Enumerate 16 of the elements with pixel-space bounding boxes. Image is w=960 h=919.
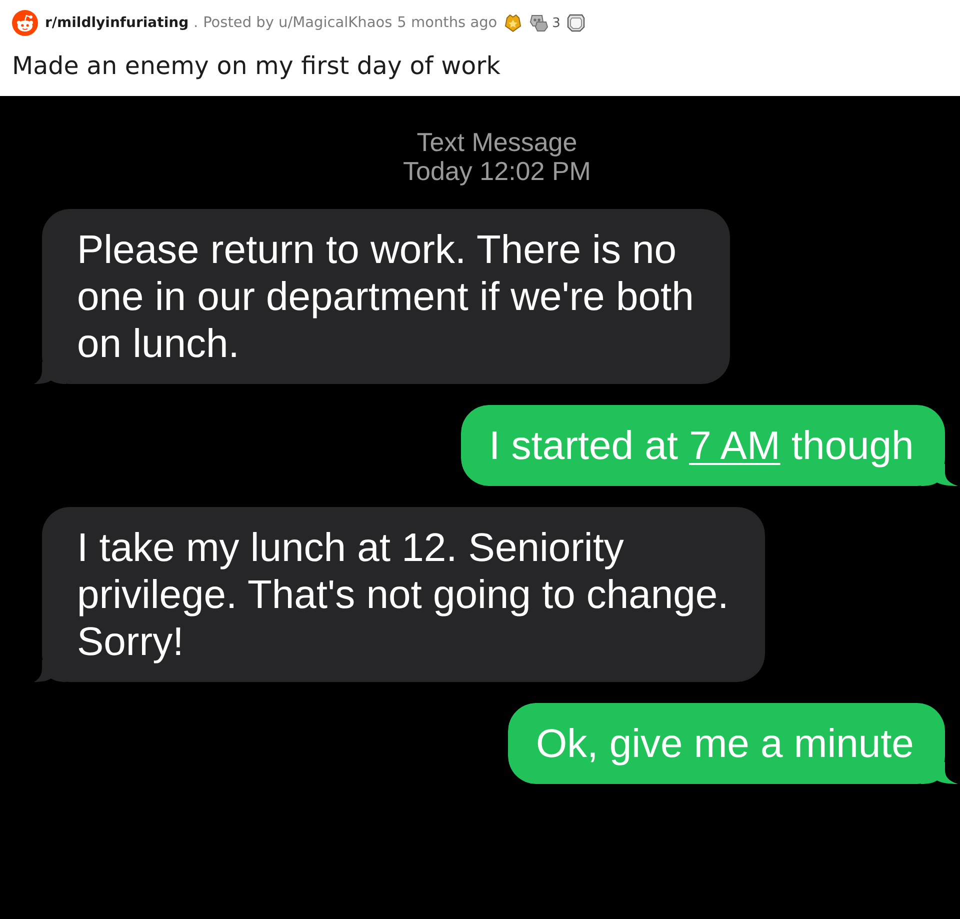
message-text: I started at 7 AM though	[489, 423, 915, 470]
message-text: Ok, give me a minute	[536, 721, 915, 768]
separator-dot: .	[194, 15, 198, 31]
subreddit-link[interactable]: r/mildlyinfuriating	[45, 15, 189, 31]
posted-by-text: Posted by u/MagicalKhaos	[203, 15, 392, 31]
message-timestamp: Today 12:02 PM	[403, 157, 591, 186]
crest-award-icon	[504, 14, 522, 32]
award-count: 3	[552, 16, 560, 30]
subreddit-avatar-icon	[12, 10, 38, 36]
coin-award-icon	[567, 14, 586, 32]
post-title: Made an enemy on my first day of work	[12, 50, 502, 82]
badge-award-icon	[529, 14, 550, 32]
message-text: I take my lunch at 12. Seniority privilege. That's not going to change. Sorry!	[77, 525, 730, 666]
post-time: 5 months ago	[397, 15, 498, 31]
service-label: Text Message	[416, 128, 578, 157]
message-text: Please return to work. There is no one in our department if we're both on lunch.	[77, 227, 695, 368]
